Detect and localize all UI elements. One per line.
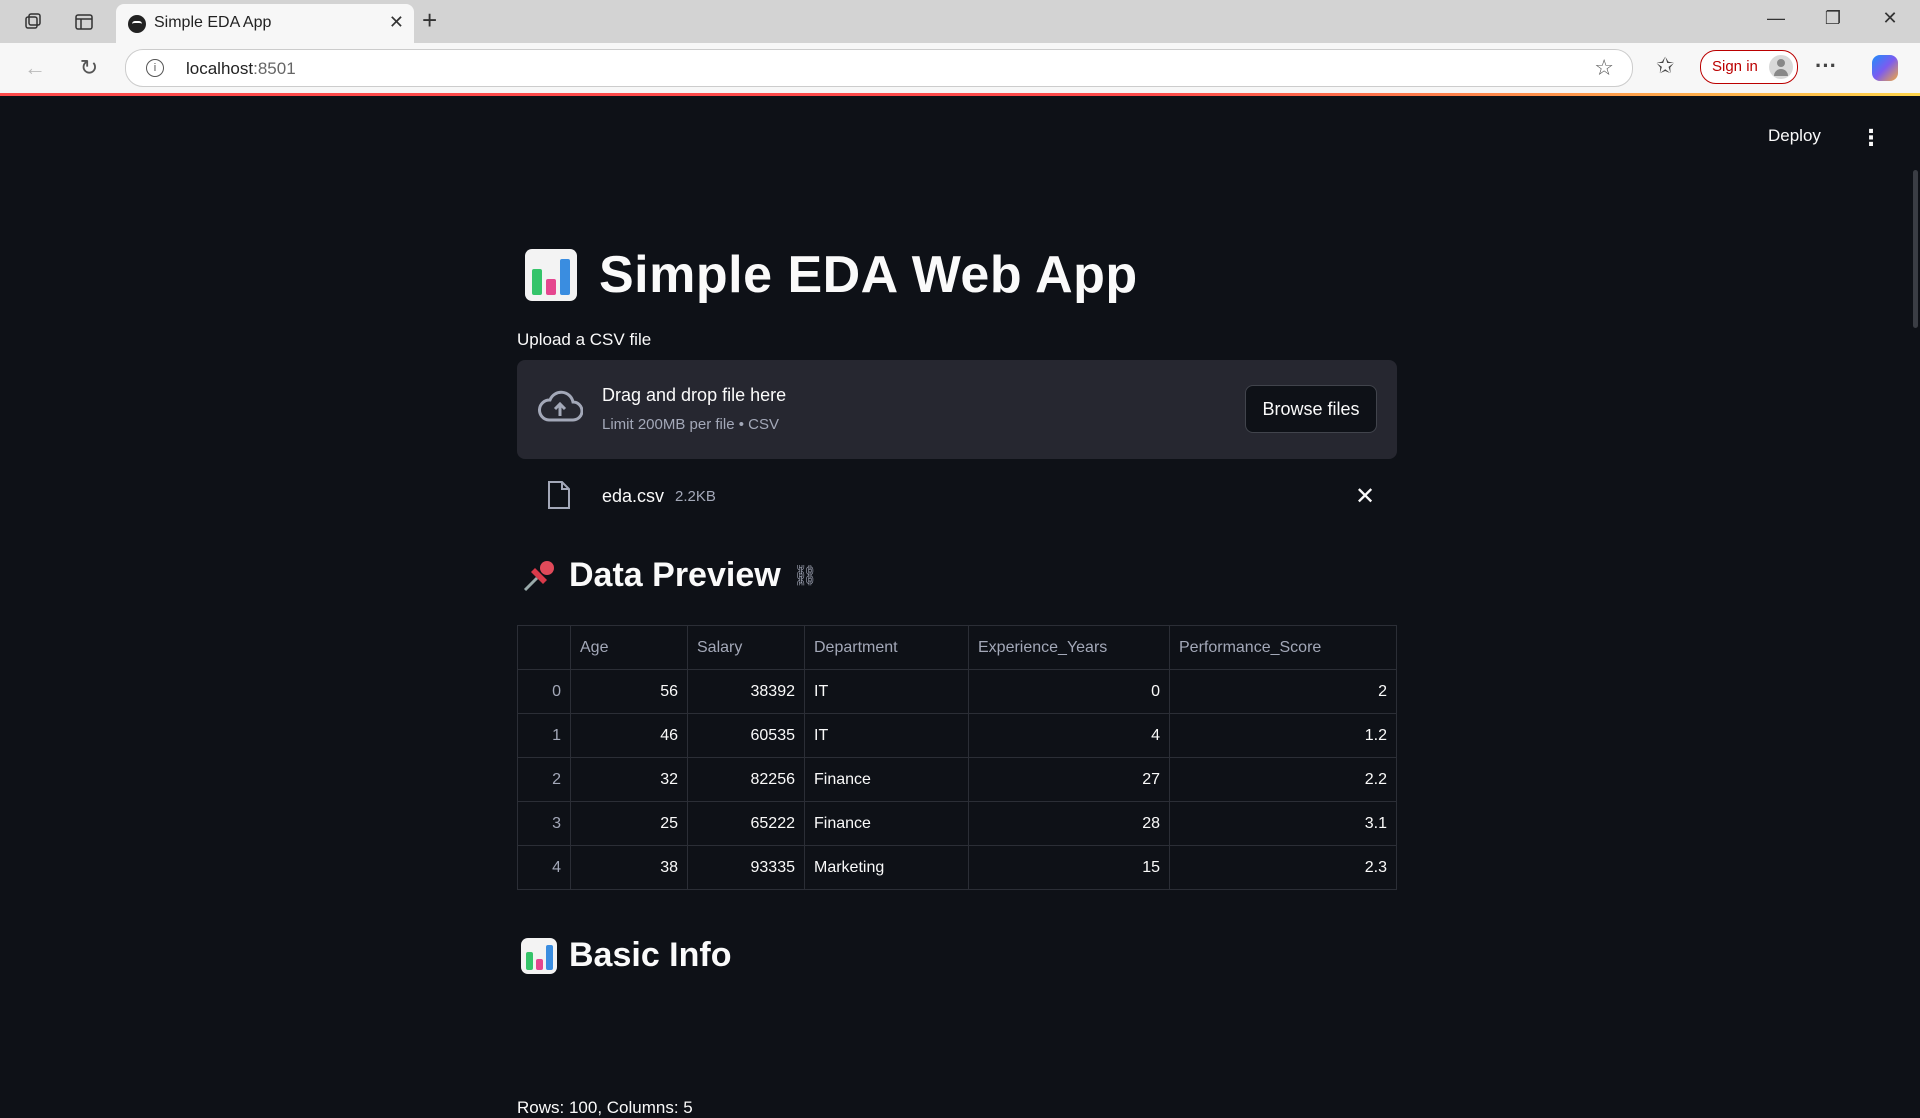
table-cell[interactable]: 60535 xyxy=(687,713,805,758)
row-index: 3 xyxy=(517,801,571,846)
uploaded-file-row: eda.csv 2.2KB ✕ xyxy=(517,476,1397,516)
close-window-icon[interactable]: ✕ xyxy=(1870,8,1910,29)
table-cell[interactable]: 65222 xyxy=(687,801,805,846)
anchor-link-icon[interactable]: ⛓ xyxy=(793,563,818,588)
row-index: 1 xyxy=(517,713,571,758)
row-index: 2 xyxy=(517,757,571,802)
close-tab-icon[interactable]: ✕ xyxy=(389,12,404,33)
table-row: 4 38 93335 Marketing 15 2.3 xyxy=(517,845,1397,890)
sign-in-label: Sign in xyxy=(1712,58,1758,75)
page-title: Simple EDA Web App xyxy=(599,246,1138,304)
avatar-icon xyxy=(1769,55,1793,79)
top-decoration-bar xyxy=(0,93,1920,96)
file-name: eda.csv xyxy=(602,486,665,506)
table-row: 3 25 65222 Finance 28 3.1 xyxy=(517,801,1397,846)
bar-chart-emoji-icon xyxy=(525,249,577,301)
tab-actions-icon[interactable] xyxy=(71,9,97,35)
table-cell[interactable]: 27 xyxy=(968,757,1170,802)
column-header[interactable]: Experience_Years xyxy=(968,625,1170,670)
file-icon xyxy=(548,481,570,509)
table-cell[interactable]: 2 xyxy=(1169,669,1397,714)
browse-files-button[interactable]: Browse files xyxy=(1245,385,1377,433)
streamlit-favicon-icon xyxy=(128,15,146,33)
deploy-button[interactable]: Deploy xyxy=(1768,126,1821,146)
row-index: 0 xyxy=(517,669,571,714)
table-cell[interactable]: 56 xyxy=(570,669,688,714)
rows-columns-text: Rows: 100, Columns: 5 xyxy=(517,1098,693,1117)
table-row: 1 46 60535 IT 4 1.2 xyxy=(517,713,1397,758)
workspaces-icon[interactable] xyxy=(20,9,46,35)
table-cell[interactable]: 28 xyxy=(968,801,1170,846)
column-header[interactable]: Performance_Score xyxy=(1169,625,1397,670)
column-header[interactable]: Department xyxy=(804,625,969,670)
table-cell[interactable]: 93335 xyxy=(687,845,805,890)
table-row: 2 32 82256 Finance 27 2.2 xyxy=(517,757,1397,802)
table-cell[interactable]: 4 xyxy=(968,713,1170,758)
row-index: 4 xyxy=(517,845,571,890)
column-header[interactable] xyxy=(517,625,571,670)
table-cell[interactable]: 38 xyxy=(570,845,688,890)
main-menu-icon[interactable]: ⋮ xyxy=(1860,125,1882,151)
table-cell[interactable]: 3.1 xyxy=(1169,801,1397,846)
favorite-star-icon[interactable]: ☆ xyxy=(1594,55,1614,81)
favorites-icon[interactable]: ✩ xyxy=(1656,53,1674,79)
sign-in-button[interactable]: Sign in xyxy=(1700,50,1798,84)
table-cell[interactable]: 32 xyxy=(570,757,688,802)
table-cell[interactable]: Marketing xyxy=(804,845,969,890)
table-cell[interactable]: 82256 xyxy=(687,757,805,802)
address-bar[interactable]: i localhost:8501 ☆ xyxy=(125,49,1633,87)
file-dropzone[interactable]: Drag and drop file here Limit 200MB per … xyxy=(517,360,1397,459)
table-cell[interactable]: 38392 xyxy=(687,669,805,714)
tab-simple-eda-app[interactable]: Simple EDA App ✕ xyxy=(116,4,414,44)
remove-file-icon[interactable]: ✕ xyxy=(1355,482,1375,511)
tab-title: Simple EDA App xyxy=(154,14,272,31)
new-tab-icon[interactable]: + xyxy=(422,7,437,33)
pushpin-emoji-icon xyxy=(523,560,554,591)
table-cell[interactable]: Finance xyxy=(804,757,969,802)
dropzone-title: Drag and drop file here xyxy=(602,385,787,405)
basic-info-heading: Basic Info xyxy=(521,936,731,975)
bar-chart-emoji-icon xyxy=(521,937,557,974)
table-cell[interactable]: 0 xyxy=(968,669,1170,714)
copilot-icon[interactable] xyxy=(1872,55,1898,81)
data-preview-heading: Data Preview ⛓ xyxy=(521,556,818,595)
page-title-row: Simple EDA Web App xyxy=(525,244,1138,306)
table-cell[interactable]: IT xyxy=(804,713,969,758)
data-preview-table[interactable]: Age Salary Department Experience_Years P… xyxy=(517,625,1397,890)
table-cell[interactable]: 1.2 xyxy=(1169,713,1397,758)
upload-label: Upload a CSV file xyxy=(517,330,652,349)
column-header[interactable]: Age xyxy=(570,625,688,670)
data-preview-title: Data Preview xyxy=(569,556,781,594)
table-cell[interactable]: 2.3 xyxy=(1169,845,1397,890)
table-cell[interactable]: 15 xyxy=(968,845,1170,890)
table-cell[interactable]: 46 xyxy=(570,713,688,758)
site-info-icon[interactable]: i xyxy=(146,59,164,77)
back-icon[interactable]: ← xyxy=(20,55,50,81)
file-size: 2.2KB xyxy=(675,488,716,505)
basic-info-title: Basic Info xyxy=(569,936,732,974)
table-header-row: Age Salary Department Experience_Years P… xyxy=(517,625,1397,670)
address-toolbar: ← ↻ i localhost:8501 ☆ ✩ Sign in ··· xyxy=(0,43,1920,93)
scrollbar-thumb[interactable] xyxy=(1913,170,1918,328)
minimize-icon[interactable]: — xyxy=(1756,8,1796,29)
reload-icon[interactable]: ↻ xyxy=(74,55,104,81)
table-cell[interactable]: IT xyxy=(804,669,969,714)
table-cell[interactable]: 25 xyxy=(570,801,688,846)
table-cell[interactable]: Finance xyxy=(804,801,969,846)
cloud-upload-icon xyxy=(538,390,583,422)
more-options-icon[interactable]: ··· xyxy=(1815,53,1837,79)
browser-tab-bar: Simple EDA App ✕ + — ❐ ✕ xyxy=(0,0,1920,44)
url-text: localhost:8501 xyxy=(186,59,296,78)
table-row: 0 56 38392 IT 0 2 xyxy=(517,669,1397,714)
restore-icon[interactable]: ❐ xyxy=(1813,8,1853,29)
table-cell[interactable]: 2.2 xyxy=(1169,757,1397,802)
dropzone-subtitle: Limit 200MB per file • CSV xyxy=(602,416,779,433)
column-header[interactable]: Salary xyxy=(687,625,805,670)
